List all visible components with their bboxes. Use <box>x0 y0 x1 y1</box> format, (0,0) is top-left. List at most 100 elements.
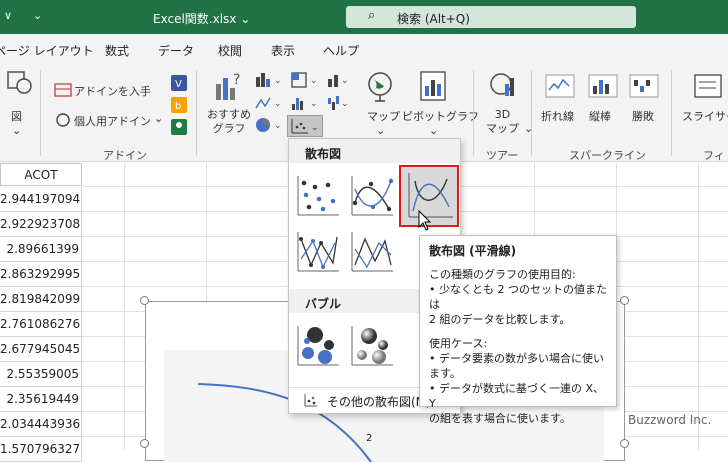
divider <box>40 70 41 156</box>
bubble-option[interactable] <box>295 323 341 369</box>
resize-handle[interactable] <box>620 296 629 305</box>
table-cell[interactable]: 2.944197094 <box>0 187 82 212</box>
scatter-smooth-markers-icon <box>351 176 394 216</box>
scatter-chart-icon: ⌄ <box>291 119 319 134</box>
hierarchy-chart-icon[interactable]: ⌄ <box>290 71 322 89</box>
svg-text:⌄: ⌄ <box>310 76 318 86</box>
column-header-cell[interactable]: ACOT <box>0 163 82 186</box>
sparkline-line-icon[interactable] <box>545 74 575 98</box>
figure-button-label[interactable]: 図 <box>11 108 22 124</box>
tab-formulas[interactable]: 数式 <box>105 42 129 59</box>
scatter-markers-icon <box>297 176 339 216</box>
sparkline-winloss-button[interactable]: 勝敗 <box>632 108 654 124</box>
slicer-icon[interactable] <box>694 74 724 100</box>
grid-line <box>124 163 125 450</box>
addins-group-label: アドイン <box>103 149 147 162</box>
pie-chart-icon[interactable]: ⌄ <box>254 116 286 134</box>
divider <box>671 70 672 156</box>
svg-text:⌄: ⌄ <box>274 121 282 131</box>
3d-map-icon[interactable] <box>488 70 518 104</box>
table-cell[interactable]: 2.55359005 <box>0 362 82 387</box>
bubble-3d-icon <box>351 326 393 366</box>
divider <box>196 70 197 156</box>
sparkline-winloss-icon[interactable] <box>629 74 659 98</box>
line-chart-icon[interactable]: ⌄ <box>254 94 286 112</box>
statistic-chart-icon[interactable]: ⌄ <box>290 94 322 112</box>
svg-text:?: ? <box>233 72 240 88</box>
tab-page-layout[interactable]: ページ レイアウト <box>0 42 94 59</box>
3d-map-label[interactable]: 3D マップ <box>486 108 519 136</box>
title-caret-icon: ⌄ <box>240 12 251 26</box>
svg-text:⌄: ⌄ <box>274 76 282 86</box>
chevron-down-icon[interactable]: ⌄ <box>154 112 163 125</box>
chevron-down-icon: ⌄ <box>12 124 22 137</box>
svg-text:b: b <box>175 101 181 112</box>
slicer-button[interactable]: スライサー <box>682 108 728 124</box>
scatter-small-icon <box>304 394 317 407</box>
workbook-name: Excel関数.xlsx <box>153 12 237 26</box>
sparkline-line-button[interactable]: 折れ線 <box>541 108 574 124</box>
table-cell[interactable]: 2.89661399 <box>0 237 82 262</box>
grid-line <box>698 163 699 450</box>
sparkline-group-label: スパークライン <box>569 149 646 162</box>
get-addins-button[interactable]: アドインを入手 <box>74 83 151 99</box>
column-chart-icon[interactable]: ⌄ <box>254 71 286 89</box>
bubble-3d-option[interactable] <box>349 323 395 369</box>
scatter-straight-option[interactable] <box>349 229 395 275</box>
svg-text:⌄: ⌄ <box>274 99 282 109</box>
recommended-charts-label[interactable]: おすすめ グラフ <box>207 108 251 136</box>
resize-handle[interactable] <box>620 439 629 448</box>
resize-handle[interactable] <box>140 439 149 448</box>
svg-text:⌄: ⌄ <box>341 76 349 86</box>
svg-text:⌄: ⌄ <box>341 99 349 109</box>
tooltip-title: 散布図 (平滑線) <box>429 244 517 258</box>
chevron-down-icon: ⌄ <box>376 124 386 137</box>
waterfall-chart-icon[interactable]: ⌄ <box>326 94 354 112</box>
tab-review[interactable]: 校閲 <box>218 42 242 59</box>
sparkline-column-button[interactable]: 縦棒 <box>589 108 611 124</box>
table-cell[interactable]: 2.35619449 <box>0 387 82 412</box>
tab-view[interactable]: 表示 <box>271 42 295 59</box>
shapes-icon[interactable] <box>6 70 34 104</box>
my-addins-button[interactable]: 個人用アドイン <box>74 113 151 129</box>
recommended-charts-icon[interactable]: ? <box>213 70 243 104</box>
title-bar: ∨ ⌄ Excel関数.xlsx ⌄ ⌕ 検索 (Alt+Q) <box>0 0 728 34</box>
svg-text:⌄: ⌄ <box>311 123 319 133</box>
tab-data[interactable]: データ <box>158 42 194 59</box>
search-box[interactable]: ⌕ 検索 (Alt+Q) <box>346 6 636 28</box>
svg-text:V: V <box>175 79 182 90</box>
search-placeholder: 検索 (Alt+Q) <box>397 12 470 26</box>
tooltip-text: この種類のグラフの使用目的: <box>429 268 576 281</box>
table-cell[interactable]: 2.761086276 <box>0 312 82 337</box>
customize-quick-access-icon[interactable]: ⌄ <box>33 9 42 22</box>
quick-access-chevron-icon[interactable]: ∨ <box>4 9 12 22</box>
my-addins-icon <box>56 113 70 127</box>
table-cell[interactable]: 2.863292995 <box>0 262 82 287</box>
resize-handle[interactable] <box>140 296 149 305</box>
pivot-chart-label[interactable]: ピボットグラフ <box>402 108 479 124</box>
axis-tick-label: 2 <box>366 433 373 444</box>
sparkline-column-icon[interactable] <box>588 74 618 98</box>
workbook-title[interactable]: Excel関数.xlsx ⌄ <box>153 10 250 27</box>
tooltip-text: • データが数式に基づく一連の X、Y <box>429 382 605 410</box>
table-cell[interactable]: 2.677945045 <box>0 337 82 362</box>
scatter-straight-markers-option[interactable] <box>295 229 341 275</box>
combo-chart-icon[interactable]: ⌄ <box>326 71 354 89</box>
pivot-chart-icon[interactable] <box>418 70 448 104</box>
table-cell[interactable]: 2.034443936 <box>0 412 82 437</box>
table-cell[interactable]: 2.819842099 <box>0 287 82 312</box>
scatter-straight-icon <box>351 232 393 272</box>
tab-help[interactable]: ヘルプ <box>323 42 359 59</box>
visio-icon[interactable]: V <box>170 74 188 92</box>
scatter-smooth-markers-option[interactable] <box>349 173 395 219</box>
people-graph-icon[interactable] <box>170 118 188 136</box>
map-button-label[interactable]: マップ <box>367 108 400 124</box>
scatter-markers-option[interactable] <box>295 173 341 219</box>
store-icon <box>54 83 72 97</box>
scatter-chart-button[interactable]: ⌄ <box>287 115 323 137</box>
bing-icon[interactable]: b <box>170 96 188 114</box>
bubble-icon <box>297 326 339 366</box>
table-cell[interactable]: 2.922923708 <box>0 212 82 237</box>
divider <box>531 70 532 156</box>
globe-icon[interactable] <box>366 70 394 104</box>
